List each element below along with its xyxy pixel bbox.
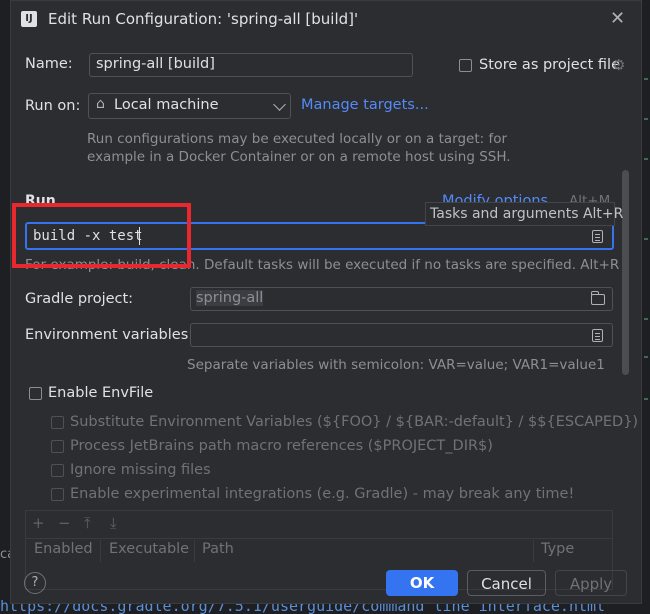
store-project-file-checkbox[interactable] xyxy=(459,59,472,72)
name-field-value: spring-all [build] xyxy=(96,56,215,72)
store-project-file-label[interactable]: Store as project file xyxy=(479,57,620,73)
red-highlight-box xyxy=(12,203,191,268)
remove-icon[interactable]: − xyxy=(58,514,71,532)
intellij-app-icon: IJ xyxy=(21,11,37,27)
run-on-selected: Local machine xyxy=(114,97,219,113)
environment-variables-hint: Separate variables with semicolon: VAR=v… xyxy=(187,357,605,373)
table-divider xyxy=(26,538,612,539)
folder-icon[interactable] xyxy=(591,291,605,305)
environment-variables-field[interactable] xyxy=(190,323,613,347)
gear-icon[interactable]: ⚙ xyxy=(612,56,625,74)
column-separator xyxy=(533,540,534,562)
ide-background-right xyxy=(642,0,650,614)
help-button[interactable]: ? xyxy=(24,572,46,594)
ignore-missing-files-label: Ignore missing files xyxy=(70,462,211,478)
name-field[interactable]: spring-all [build] xyxy=(89,53,413,77)
enable-envfile-checkbox[interactable] xyxy=(29,387,42,400)
name-label: Name: xyxy=(25,56,73,72)
gradle-project-field[interactable]: spring-all xyxy=(190,287,613,311)
gradle-project-value: spring-all xyxy=(196,290,264,306)
process-path-macros-checkbox[interactable] xyxy=(51,440,64,453)
apply-button[interactable]: Apply xyxy=(555,570,627,596)
column-separator xyxy=(194,540,195,562)
dialog-title: Edit Run Configuration: 'spring-all [bui… xyxy=(48,10,359,28)
run-on-hint-line1: Run configurations may be executed local… xyxy=(87,131,508,147)
manage-targets-link[interactable]: Manage targets... xyxy=(301,97,429,113)
column-header-type[interactable]: Type xyxy=(541,541,574,557)
run-on-select[interactable]: ⌂ Local machine xyxy=(88,93,291,119)
process-path-macros-label: Process JetBrains path macro references … xyxy=(70,438,493,454)
gradle-project-label: Gradle project: xyxy=(25,291,134,307)
experimental-integrations-label: Enable experimental integrations (e.g. G… xyxy=(70,486,575,502)
run-on-label: Run on: xyxy=(25,98,81,114)
cancel-button[interactable]: Cancel xyxy=(467,570,546,596)
close-icon[interactable]: ✕ xyxy=(610,8,625,29)
enable-envfile-label[interactable]: Enable EnvFile xyxy=(48,385,153,401)
move-down-icon[interactable]: ⤓ xyxy=(110,514,117,532)
environment-variables-label: Environment variables: xyxy=(25,327,194,343)
experimental-integrations-checkbox[interactable] xyxy=(51,488,64,501)
move-up-icon[interactable]: ⤒ xyxy=(84,514,91,532)
edit-env-vars-icon[interactable] xyxy=(592,329,603,342)
chevron-down-icon xyxy=(273,98,286,111)
add-icon[interactable]: + xyxy=(32,514,45,532)
ok-button[interactable]: OK xyxy=(386,570,458,596)
substitute-env-vars-label: Substitute Environment Variables (${FOO}… xyxy=(70,414,639,430)
ide-background-left xyxy=(0,0,10,614)
column-separator xyxy=(100,540,101,562)
home-icon: ⌂ xyxy=(96,96,105,112)
tasks-tooltip: Tasks and arguments Alt+R xyxy=(425,202,623,226)
column-header-executable[interactable]: Executable xyxy=(109,541,189,557)
substitute-env-vars-checkbox[interactable] xyxy=(51,416,64,429)
expand-text-icon[interactable] xyxy=(592,230,603,243)
ignore-missing-files-checkbox[interactable] xyxy=(51,464,64,477)
scrollbar-thumb[interactable] xyxy=(622,170,629,375)
column-header-enabled[interactable]: Enabled xyxy=(34,541,93,557)
column-header-path[interactable]: Path xyxy=(202,541,234,557)
run-on-hint-line2: example in a Docker Container or on a re… xyxy=(87,149,511,165)
